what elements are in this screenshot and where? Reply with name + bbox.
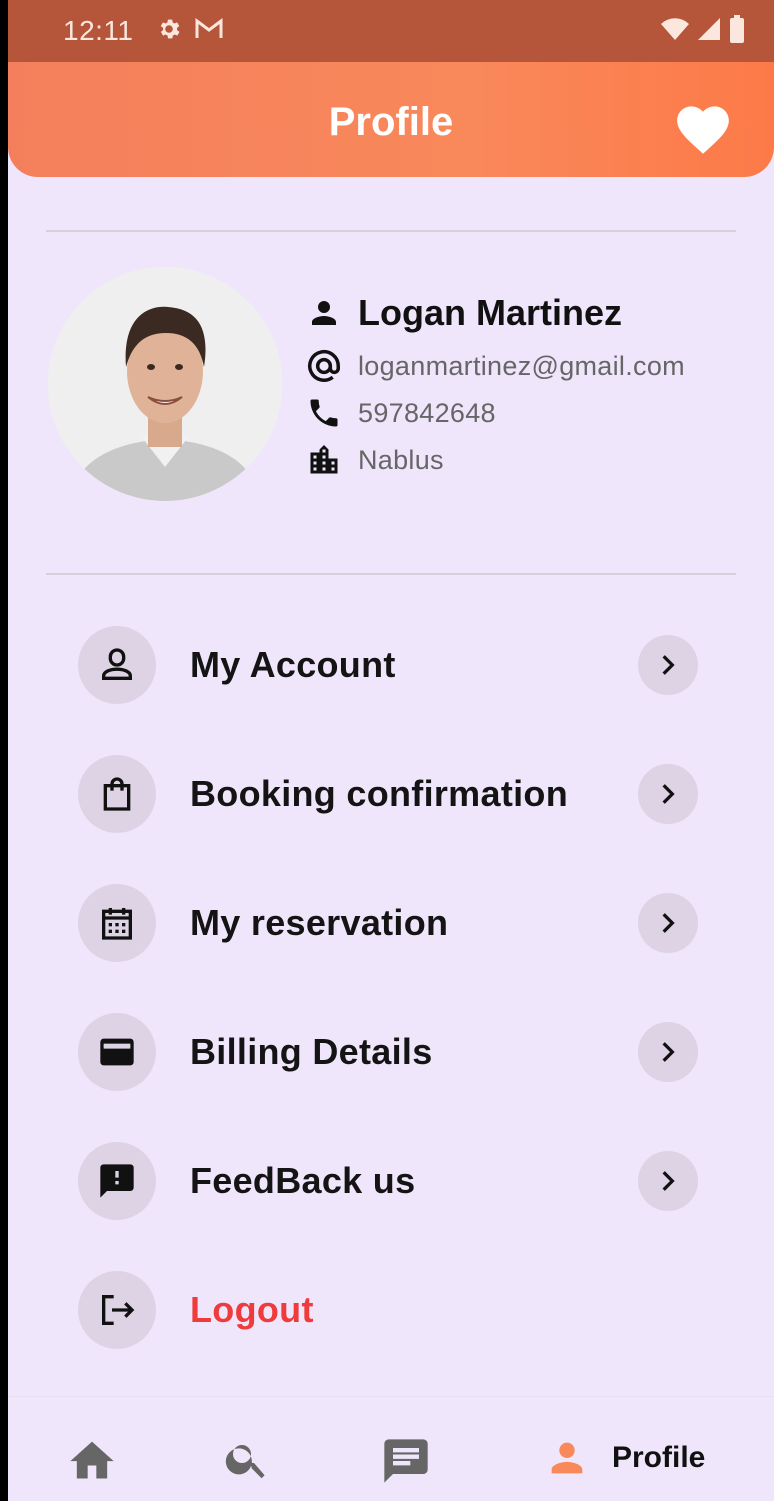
profile-name: Logan Martinez — [358, 292, 623, 333]
profile-icon — [551, 1442, 583, 1474]
menu-label-billing-details: Billing Details — [190, 1031, 433, 1072]
favorites-button[interactable] — [672, 98, 734, 156]
menu-item-my-reservation[interactable]: My reservation — [78, 883, 698, 963]
profile-phone-row: 597842648 — [304, 393, 496, 433]
profile-city-row: Nablus — [304, 440, 444, 480]
wifi-icon — [660, 16, 690, 47]
chevron-right-icon[interactable] — [638, 1022, 698, 1082]
top-divider — [46, 230, 736, 232]
feedback-icon — [78, 1142, 156, 1220]
bottom-navigation: Profile — [8, 1396, 774, 1501]
logout-label: Logout — [190, 1289, 314, 1330]
battery-icon — [728, 14, 746, 48]
menu-label-my-account: My Account — [190, 644, 396, 685]
calendar-icon — [78, 884, 156, 962]
logout-button[interactable]: Logout — [78, 1270, 698, 1350]
chevron-right-icon[interactable] — [638, 893, 698, 953]
menu-label-my-reservation: My reservation — [190, 902, 449, 943]
nav-search[interactable] — [223, 1435, 271, 1488]
gear-icon — [156, 16, 182, 47]
status-bar: 12:11 — [8, 0, 774, 62]
profile-email-row: loganmartinez@gmail.com — [304, 346, 685, 386]
menu-label-booking-confirmation: Booking confirmation — [190, 773, 568, 814]
chevron-right-icon[interactable] — [638, 1151, 698, 1211]
search-icon — [225, 1445, 265, 1479]
person-icon — [304, 293, 344, 333]
heart-icon — [677, 106, 729, 154]
phone-icon — [304, 393, 344, 433]
page-title: Profile — [328, 100, 454, 144]
menu-item-feedback[interactable]: FeedBack us — [78, 1141, 698, 1221]
menu-item-my-account[interactable]: My Account — [78, 625, 698, 705]
middle-divider — [46, 573, 736, 575]
menu-label-feedback: FeedBack us — [190, 1160, 416, 1201]
chat-icon — [384, 1439, 428, 1483]
nav-chat[interactable] — [380, 1435, 432, 1492]
account-icon — [78, 626, 156, 704]
avatar — [48, 267, 282, 501]
profile-phone: 597842648 — [358, 397, 496, 428]
app-bar: Profile — [8, 62, 774, 177]
status-time: 12:11 — [63, 15, 134, 46]
chevron-right-icon[interactable] — [638, 764, 698, 824]
profile-name-row: Logan Martinez — [304, 292, 622, 334]
city-icon — [304, 440, 344, 480]
nav-profile[interactable]: Profile — [520, 1413, 742, 1501]
home-icon — [70, 1441, 114, 1479]
nav-home[interactable] — [66, 1435, 118, 1488]
menu-item-billing-details[interactable]: Billing Details — [78, 1012, 698, 1092]
wallet-icon — [78, 1013, 156, 1091]
profile-city: Nablus — [358, 444, 444, 475]
profile-email: loganmartinez@gmail.com — [358, 350, 685, 381]
chevron-right-icon[interactable] — [638, 635, 698, 695]
profile-screen: 12:11 Profile Logan Martinez loganmartin… — [8, 0, 774, 1501]
at-icon — [304, 346, 344, 386]
gmail-icon — [194, 17, 224, 46]
nav-profile-label: Profile — [612, 1441, 706, 1474]
shopping-bag-icon — [78, 755, 156, 833]
signal-icon — [696, 16, 722, 47]
logout-icon — [78, 1271, 156, 1349]
menu-item-booking-confirmation[interactable]: Booking confirmation — [78, 754, 698, 834]
